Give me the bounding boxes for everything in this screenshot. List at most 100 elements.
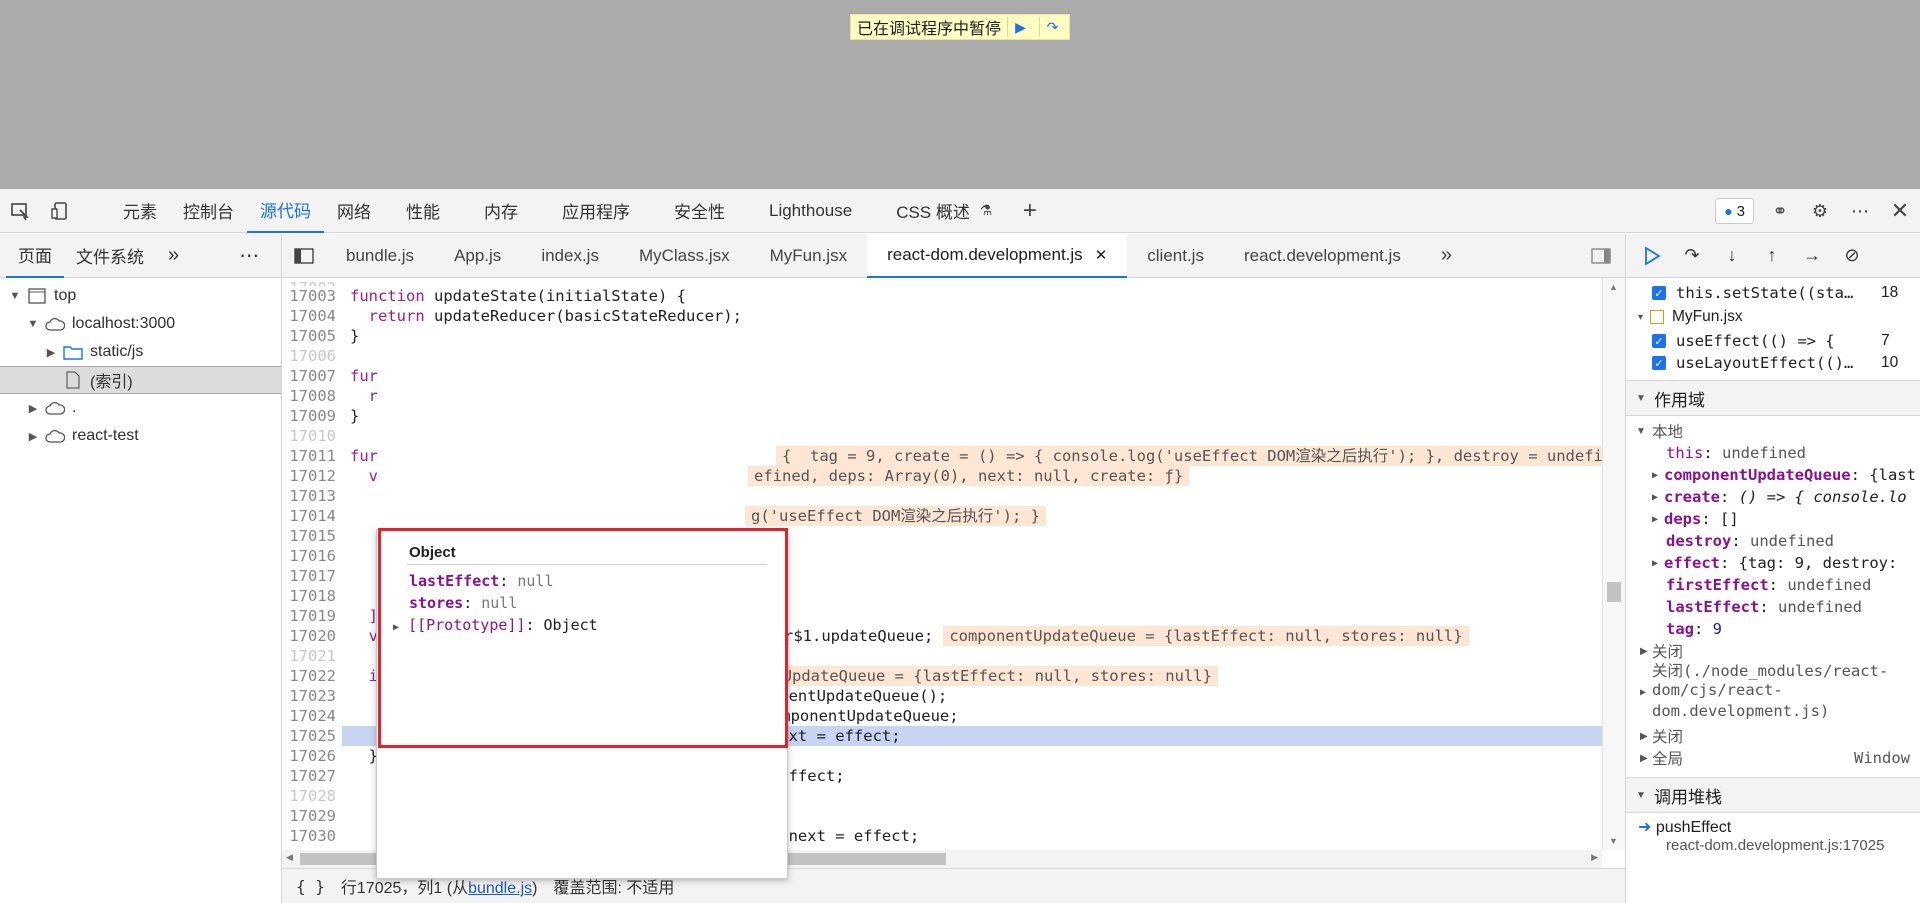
step-icon[interactable]: →	[1794, 238, 1830, 274]
more-tabs-chevron-icon[interactable]: »	[156, 234, 191, 278]
file-tab-react-dom-development-js[interactable]: react-dom.development.js ✕	[867, 233, 1128, 278]
tab-elements[interactable]: 元素	[110, 189, 170, 233]
scope-variable[interactable]: tag: 9	[1626, 618, 1920, 640]
navigator-menu-icon[interactable]: ⋯	[227, 234, 271, 278]
more-files-chevron-icon[interactable]: »	[1421, 234, 1472, 278]
file-tab-bundle-js[interactable]: bundle.js	[326, 234, 434, 278]
tab-lighthouse[interactable]: Lighthouse	[747, 189, 874, 233]
file-tab-app-js[interactable]: App.js	[434, 234, 521, 278]
step-over-icon[interactable]: ↷	[1039, 17, 1065, 37]
code-text: v	[350, 467, 378, 485]
checkbox-checked-icon[interactable]: ✓	[1652, 286, 1666, 300]
tree-item-react-test[interactable]: ▶ react-test	[0, 422, 281, 450]
more-tools-plus-icon[interactable]: +	[1010, 189, 1050, 233]
pretty-print-icon[interactable]: { }	[296, 877, 325, 896]
tree-item-localhost[interactable]: ▼ localhost:3000	[0, 310, 281, 338]
line-number: 17012	[289, 467, 336, 485]
tab-application[interactable]: 应用程序	[540, 189, 652, 233]
tab-sources[interactable]: 源代码	[247, 189, 324, 233]
collapsed-arrow-icon: ▶	[1640, 730, 1648, 742]
device-toolbar-icon[interactable]	[40, 189, 80, 233]
scroll-down-arrow-icon[interactable]: ▼	[1609, 836, 1618, 846]
js-file-icon	[1650, 310, 1664, 324]
closure-scope[interactable]: ▶ 关闭	[1626, 640, 1920, 662]
close-tab-icon[interactable]: ✕	[1095, 246, 1108, 264]
local-scope-header[interactable]: ▼ 本地	[1626, 420, 1920, 442]
scope-variable[interactable]: ▶ create: () => { console.lo	[1626, 486, 1920, 508]
scope-variable[interactable]: ▶ effect: {tag: 9, destroy:	[1626, 552, 1920, 574]
scope-variable[interactable]: this: undefined	[1626, 442, 1920, 464]
file-tab-react-development-js[interactable]: react.development.js	[1224, 234, 1421, 278]
callstack-section-header[interactable]: ▼ 调用堆栈	[1626, 777, 1920, 813]
nav-tab-page[interactable]: 页面	[6, 234, 64, 278]
file-tab-client-js[interactable]: client.js	[1127, 234, 1224, 278]
code-line: 17006	[282, 346, 1602, 366]
breakpoint-file-group[interactable]: ▾ MyFun.jsx	[1626, 304, 1920, 330]
breakpoint-line: 10	[1881, 354, 1899, 371]
file-tab-myfun-jsx[interactable]: MyFun.jsx	[750, 234, 867, 278]
tree-item-top[interactable]: ▼ top	[0, 282, 281, 310]
closure-scope-module[interactable]: 关闭(./node_modules/react- ▶ dom/cjs/react-…	[1626, 662, 1920, 721]
close-devtools-icon[interactable]: ✕	[1880, 189, 1920, 233]
tab-performance[interactable]: 性能	[384, 189, 462, 233]
scroll-up-arrow-icon[interactable]: ▲	[1609, 282, 1618, 292]
source-map-link[interactable]: bundle.js	[468, 880, 532, 897]
checkbox-checked-icon[interactable]: ✓	[1652, 356, 1666, 370]
folder-icon	[62, 343, 84, 361]
breakpoint-item[interactable]: ✓ useLayoutEffect(()… 10	[1626, 352, 1920, 374]
nav-tab-filesystem[interactable]: 文件系统	[64, 234, 156, 278]
tab-console[interactable]: 控制台	[170, 189, 247, 233]
scrollbar-thumb[interactable]	[1607, 582, 1621, 602]
line-number: 17005	[289, 327, 336, 345]
tab-css-overview[interactable]: CSS 概述	[874, 189, 976, 233]
step-out-icon[interactable]: ↑	[1754, 238, 1790, 274]
tab-memory[interactable]: 内存	[462, 189, 540, 233]
resume-icon[interactable]	[1634, 238, 1670, 274]
scroll-right-arrow-icon[interactable]: ▶	[1591, 852, 1598, 863]
popover-property[interactable]: ▶ [[Prototype]]: Object	[393, 616, 598, 634]
tab-security[interactable]: 安全性	[652, 189, 747, 233]
tree-item-dot[interactable]: ▶ .	[0, 394, 281, 422]
devtools-panel: 元素 控制台 源代码 网络 性能 内存 应用程序 安全性 Lighthouse …	[0, 189, 1920, 903]
popover-property[interactable]: stores: null	[409, 594, 517, 612]
inspect-element-icon[interactable]	[0, 189, 40, 233]
callstack-frame[interactable]: ➜ pushEffect react-dom.development.js:17…	[1626, 813, 1920, 854]
file-tab-index-js[interactable]: index.js	[521, 234, 619, 278]
code-text: fur	[350, 367, 378, 385]
issues-badge[interactable]: ● 3	[1715, 198, 1754, 224]
step-over-icon[interactable]: ↷	[1674, 238, 1710, 274]
more-options-icon[interactable]: ⋯	[1840, 189, 1880, 233]
scope-variable[interactable]: ▶ deps: []	[1626, 508, 1920, 530]
scope-section-header[interactable]: ▼ 作用域	[1626, 380, 1920, 416]
customize-connections-icon[interactable]: ⚭	[1760, 189, 1800, 233]
closure-scope[interactable]: ▶ 关闭	[1626, 725, 1920, 747]
toggle-debugger-sidebar-icon[interactable]	[1577, 234, 1625, 278]
checkbox-checked-icon[interactable]: ✓	[1652, 334, 1666, 348]
scope-variable[interactable]: firstEffect: undefined	[1626, 574, 1920, 596]
settings-gear-icon[interactable]: ⚙	[1800, 189, 1840, 233]
resume-icon[interactable]: ▶	[1007, 17, 1033, 37]
step-into-icon[interactable]: ↓	[1714, 238, 1750, 274]
scroll-left-arrow-icon[interactable]: ◀	[286, 852, 293, 863]
file-tab-myclass-jsx[interactable]: MyClass.jsx	[619, 234, 750, 278]
breakpoint-item[interactable]: ✓ this.setState((sta… 18	[1626, 282, 1920, 304]
tab-network[interactable]: 网络	[324, 189, 384, 233]
scope-variable[interactable]: lastEffect: undefined	[1626, 596, 1920, 618]
callstack-title: 调用堆栈	[1654, 787, 1722, 807]
global-scope[interactable]: ▶ 全局 Window	[1626, 747, 1920, 769]
code-vertical-scrollbar[interactable]: ▲ ▼	[1602, 278, 1625, 850]
file-tree: ▼ top ▼ localhost:3000 ▶ static/js (索引) …	[0, 278, 281, 450]
tree-item-static-js[interactable]: ▶ static/js	[0, 338, 281, 366]
breakpoints-list: ✓ this.setState((sta… 18 ▾ MyFun.jsx ✓ u…	[1626, 278, 1920, 374]
popover-property[interactable]: lastEffect: null	[409, 572, 554, 590]
breakpoint-item[interactable]: ✓ useEffect(() => { 7	[1626, 330, 1920, 352]
deactivate-breakpoints-icon[interactable]: ⊘	[1834, 238, 1870, 274]
scope-variable[interactable]: destroy: undefined	[1626, 530, 1920, 552]
tree-item-index[interactable]: (索引)	[0, 366, 281, 394]
line-number: 17024	[289, 707, 336, 725]
toggle-navigator-icon[interactable]	[282, 234, 326, 278]
code-line: 17008 r	[282, 386, 1602, 406]
expanded-arrow-icon: ▾	[1638, 311, 1644, 323]
scope-variable[interactable]: ▶ componentUpdateQueue: {last	[1626, 464, 1920, 486]
issues-count: 3	[1736, 202, 1745, 220]
